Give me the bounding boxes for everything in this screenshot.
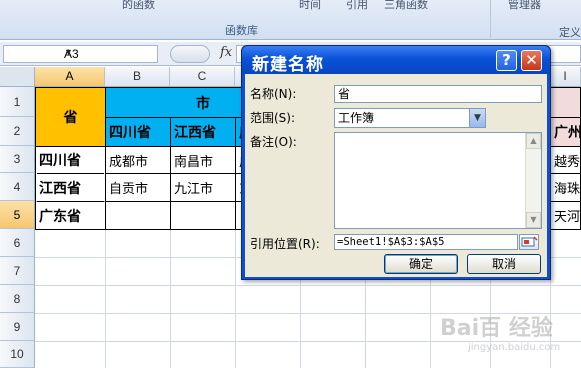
cell-b2[interactable]: 四川省	[105, 117, 171, 147]
scope-select[interactable]: 工作簿 ▼	[334, 108, 486, 128]
row-header-5[interactable]: 5	[0, 201, 35, 229]
cell-c3[interactable]: 南昌市	[170, 146, 236, 174]
cell-i3[interactable]: 越秀	[550, 146, 581, 174]
scope-select-value: 工作簿	[338, 111, 375, 125]
refers-to-label: 引用位置(R):	[250, 237, 320, 251]
new-name-dialog: 新建名称 ? ✕ 名称(N): 省 范围(S): 工作簿 ▼ 备注(O): ▲ …	[241, 45, 551, 280]
cell-a1[interactable]: 省	[35, 87, 106, 147]
cell-b5[interactable]	[105, 201, 171, 230]
watermark-url: jingyan.baidu.com	[468, 342, 561, 353]
formula-bar-divider[interactable]	[170, 45, 210, 63]
row-header-2[interactable]: 2	[0, 117, 35, 146]
row-header-6[interactable]: 6	[0, 229, 35, 257]
row-header-7[interactable]: 7	[0, 257, 35, 285]
comment-textarea[interactable]: ▲ ▼	[334, 132, 542, 229]
cell-c2[interactable]: 江西省	[170, 117, 236, 147]
ribbon-separator	[490, 0, 491, 38]
cell-i5[interactable]: 天河	[550, 201, 581, 230]
row-header-10[interactable]: 10	[0, 341, 35, 368]
row-header-9[interactable]: 9	[0, 313, 35, 341]
ribbon-fragment[interactable]: 时间	[299, 0, 321, 12]
cell-i4[interactable]: 海珠	[550, 173, 581, 202]
comment-label: 备注(O):	[250, 135, 297, 149]
ribbon-fragment[interactable]: 引用	[346, 0, 368, 12]
chevron-down-icon[interactable]: ▼	[64, 47, 154, 57]
dialog-titlebar[interactable]: 新建名称 ? ✕	[242, 46, 550, 75]
cell-c5[interactable]	[170, 201, 236, 230]
column-header-i[interactable]: I	[550, 67, 581, 87]
help-button[interactable]: ?	[496, 50, 517, 71]
cell-i1[interactable]	[550, 87, 581, 118]
collapse-dialog-button[interactable]	[519, 234, 539, 250]
row-header-4[interactable]: 4	[0, 173, 35, 201]
ok-button[interactable]: 确定	[384, 254, 458, 274]
range-select-icon	[521, 236, 538, 247]
insert-function-icon[interactable]: fx	[220, 45, 232, 60]
name-input[interactable]: 省	[334, 85, 542, 103]
name-label: 名称(N):	[250, 87, 297, 101]
watermark-brand: Bai百 经验	[440, 316, 553, 341]
column-header-c[interactable]: C	[170, 67, 235, 87]
refers-to-input[interactable]: =Sheet1!$A$3:$A$5	[334, 234, 518, 250]
name-box[interactable]: A3 ▼	[3, 45, 158, 63]
ribbon-fragment[interactable]: 定义	[559, 24, 581, 40]
dialog-title: 新建名称	[252, 55, 324, 75]
column-header-a[interactable]: A	[35, 67, 105, 87]
ribbon-fragment[interactable]: 三角函数	[384, 0, 428, 12]
scroll-down-icon[interactable]: ▼	[526, 212, 541, 228]
row-header-3[interactable]: 3	[0, 146, 35, 173]
comment-scrollbar[interactable]: ▲ ▼	[525, 133, 541, 228]
cell-b3[interactable]: 成都市	[105, 146, 171, 174]
row-header-8[interactable]: 8	[0, 285, 35, 313]
ribbon: 的函数 时间 引用 三角函数 管理器 函数库	[0, 0, 581, 40]
close-button[interactable]: ✕	[521, 50, 542, 71]
cell-b4[interactable]: 自贡市	[105, 173, 171, 202]
ribbon-fragment[interactable]: 管理器	[508, 0, 541, 12]
scroll-up-icon[interactable]: ▲	[526, 133, 541, 149]
gridline	[35, 285, 581, 286]
cancel-button[interactable]: 取消	[467, 254, 541, 274]
select-all-corner[interactable]	[0, 67, 35, 87]
cell-i2[interactable]: 广州	[550, 117, 581, 147]
cell-c4[interactable]: 九江市	[170, 173, 236, 202]
ribbon-fragment[interactable]: 的函数	[122, 0, 155, 12]
ribbon-group-label: 函数库	[225, 24, 258, 37]
dialog-body: 名称(N): 省 范围(S): 工作簿 ▼ 备注(O): ▲ ▼ 引用位置(R)…	[245, 74, 547, 277]
watermark-logo: Bai百 经验 jingyan.baidu.com	[440, 310, 560, 353]
chevron-down-icon[interactable]: ▼	[469, 109, 485, 127]
row-header-1[interactable]: 1	[0, 87, 35, 117]
scope-label: 范围(S):	[250, 111, 296, 125]
column-header-b[interactable]: B	[105, 67, 170, 87]
selection-marquee	[35, 146, 106, 230]
